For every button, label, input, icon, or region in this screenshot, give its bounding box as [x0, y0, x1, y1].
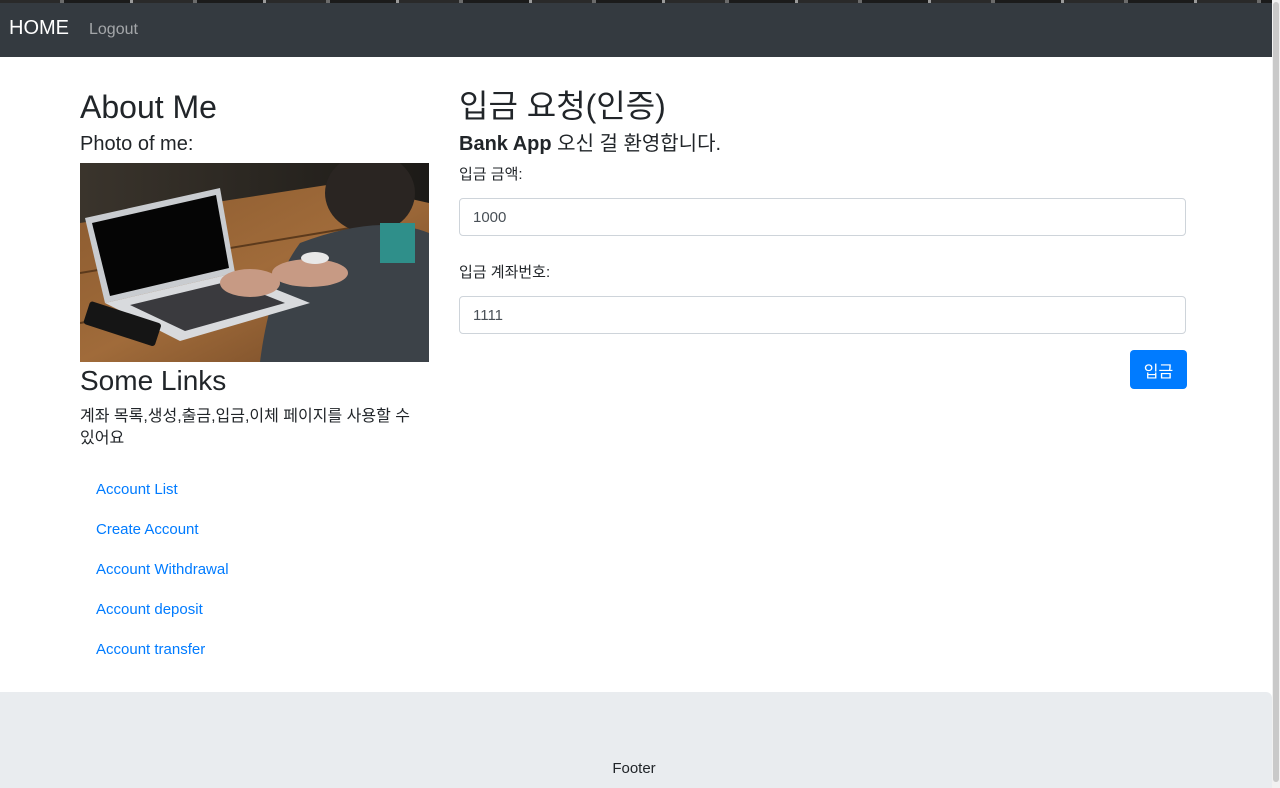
amount-label: 입금 금액:	[459, 166, 523, 183]
top-navbar: HOME Logout	[0, 0, 1272, 57]
list-item: Account Withdrawal	[80, 550, 430, 590]
footer: Footer	[0, 692, 1272, 788]
welcome-app-name: Bank App	[459, 133, 552, 155]
home-brand-link[interactable]: HOME	[9, 17, 69, 40]
page-title: 입금 요청(인증)	[459, 88, 666, 124]
sidebar-link-list: Account List Create Account Account With…	[80, 470, 430, 670]
deposit-button[interactable]: 입금	[1130, 350, 1187, 389]
account-withdrawal-link[interactable]: Account Withdrawal	[80, 550, 245, 590]
scrollbar-thumb[interactable]	[1273, 2, 1279, 782]
main-content: 입금 요청(인증) Bank App 오신 걸 환영합니다. 입금 금액: 입금…	[459, 86, 1187, 389]
page: HOME Logout About Me Photo of me: Some L…	[0, 0, 1272, 788]
account-list-link[interactable]: Account List	[80, 470, 194, 510]
navbar-top-strip	[0, 0, 1272, 3]
footer-text: Footer	[612, 760, 656, 777]
welcome-message: Bank App 오신 걸 환영합니다.	[459, 132, 1187, 156]
laptop-photo-icon	[80, 163, 429, 362]
welcome-text: 오신 걸 환영합니다.	[551, 133, 722, 155]
amount-input[interactable]	[459, 198, 1186, 236]
sidebar: About Me Photo of me: Some Links 계좌 목록,생…	[80, 88, 430, 670]
list-item: Account List	[80, 470, 430, 510]
account-transfer-link[interactable]: Account transfer	[80, 630, 221, 670]
account-number-input[interactable]	[459, 296, 1186, 334]
about-me-heading: About Me	[80, 89, 217, 125]
page-scrollbar[interactable]	[1272, 0, 1280, 788]
profile-photo	[80, 163, 429, 362]
form-actions: 입금	[459, 350, 1187, 389]
photo-label: Photo of me:	[80, 133, 194, 155]
create-account-link[interactable]: Create Account	[80, 510, 215, 550]
some-links-heading: Some Links	[80, 365, 227, 396]
list-item: Account deposit	[80, 590, 430, 630]
list-item: Create Account	[80, 510, 430, 550]
logout-link[interactable]: Logout	[89, 21, 138, 39]
account-deposit-link[interactable]: Account deposit	[80, 590, 219, 630]
deposit-form: 입금 금액: 입금 계좌번호: 입금	[459, 164, 1187, 389]
list-item: Account transfer	[80, 630, 430, 670]
links-description: 계좌 목록,생성,출금,입금,이체 페이지를 사용할 수 있어요	[80, 408, 410, 447]
account-number-label: 입금 계좌번호:	[459, 264, 551, 281]
